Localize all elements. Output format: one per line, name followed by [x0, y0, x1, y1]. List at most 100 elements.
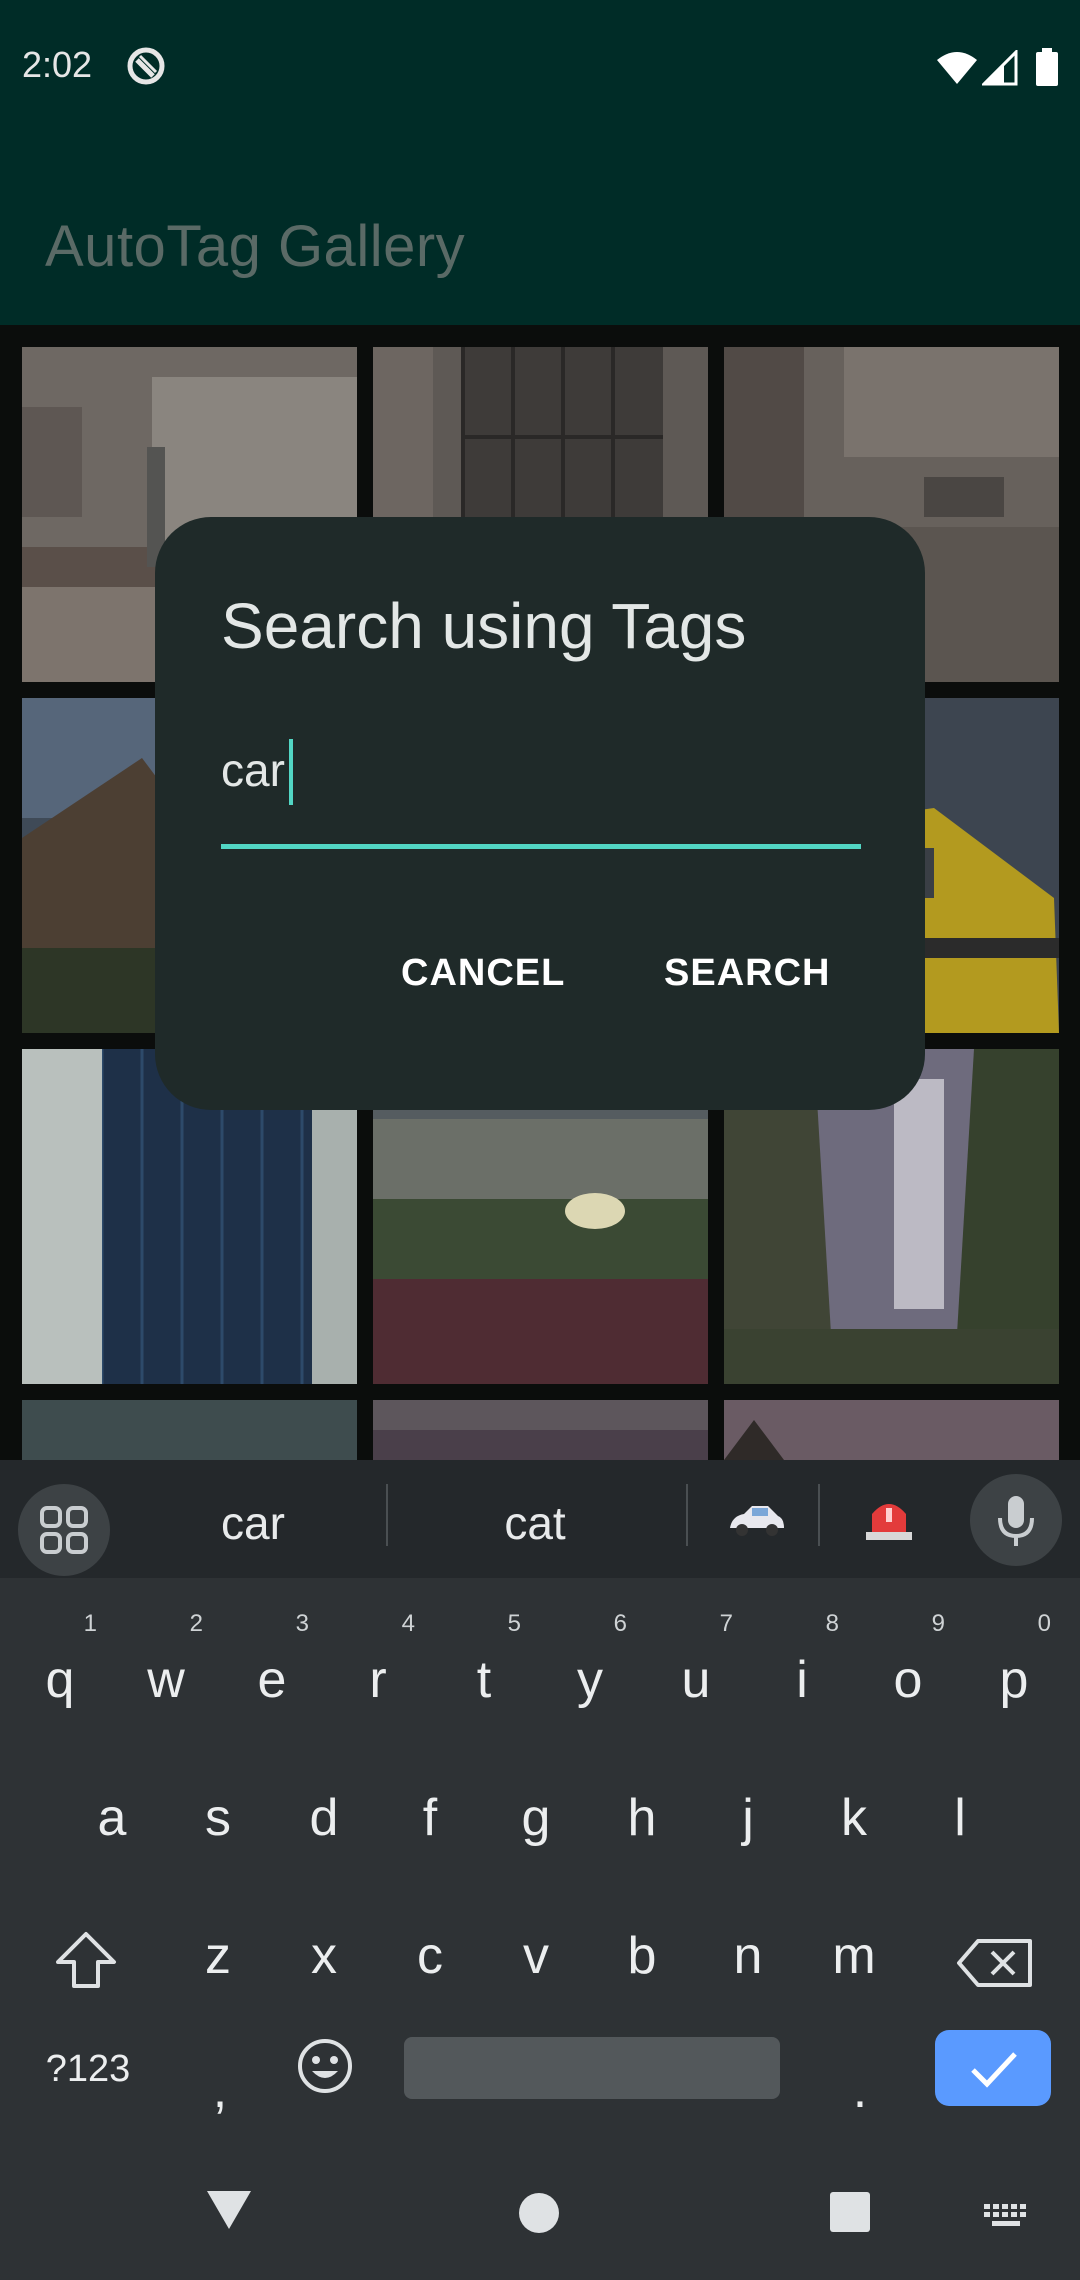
- shift-icon: [56, 1932, 116, 1988]
- key-q[interactable]: 1q: [15, 1610, 105, 1730]
- key-number-hint: 2: [189, 1610, 203, 1637]
- search-tags-dialog: Search using Tags car CANCEL SEARCH: [155, 517, 925, 1110]
- key-number-hint: 1: [83, 1610, 97, 1637]
- key-h[interactable]: h: [597, 1748, 687, 1868]
- backspace-icon: [957, 1939, 1032, 1987]
- enter-key[interactable]: [935, 2030, 1051, 2106]
- key-f[interactable]: f: [385, 1748, 475, 1868]
- key-label: k: [841, 1789, 867, 1847]
- key-p[interactable]: 0p: [969, 1610, 1059, 1730]
- key-label: q: [45, 1651, 75, 1709]
- voice-input-button[interactable]: [970, 1474, 1062, 1566]
- period-key[interactable]: .: [815, 2020, 905, 2140]
- dialog-title: Search using Tags: [221, 590, 747, 662]
- key-label: x: [311, 1927, 337, 1985]
- keyboard-switch-icon[interactable]: [982, 2202, 1030, 2228]
- microphone-icon: [998, 1496, 1034, 1546]
- tag-input-text: car: [221, 744, 285, 796]
- key-label: y: [577, 1651, 603, 1709]
- back-icon[interactable]: [204, 2188, 254, 2232]
- key-label: u: [681, 1651, 711, 1709]
- recents-icon[interactable]: [828, 2190, 872, 2234]
- key-label: c: [417, 1927, 443, 1985]
- key-label: v: [523, 1927, 549, 1985]
- key-c[interactable]: c: [385, 1886, 475, 2006]
- key-label: b: [627, 1927, 657, 1985]
- key-label: r: [369, 1651, 387, 1709]
- key-label: f: [422, 1789, 438, 1847]
- key-label: h: [627, 1789, 657, 1847]
- key-t[interactable]: 5t: [439, 1610, 529, 1730]
- search-button[interactable]: SEARCH: [664, 952, 830, 995]
- suggestion-bar: car cat: [0, 1460, 1080, 1578]
- key-label: i: [796, 1651, 808, 1709]
- key-number-hint: 8: [825, 1610, 839, 1637]
- key-u[interactable]: 7u: [651, 1610, 741, 1730]
- key-label: z: [205, 1927, 231, 1985]
- suggestion-item[interactable]: car: [160, 1496, 346, 1550]
- key-x[interactable]: x: [279, 1886, 369, 2006]
- key-label: w: [147, 1651, 185, 1709]
- key-number-hint: 5: [507, 1610, 521, 1637]
- key-s[interactable]: s: [173, 1748, 263, 1868]
- key-label: m: [832, 1927, 876, 1985]
- key-l[interactable]: l: [915, 1748, 1005, 1868]
- key-label: g: [521, 1789, 551, 1847]
- backspace-key[interactable]: [946, 1886, 1046, 2006]
- key-j[interactable]: j: [703, 1748, 793, 1868]
- suggestion-divider: [386, 1484, 388, 1546]
- key-v[interactable]: v: [491, 1886, 581, 2006]
- cancel-button[interactable]: CANCEL: [401, 952, 565, 995]
- key-label: j: [742, 1789, 754, 1847]
- shift-key[interactable]: [40, 1886, 130, 2006]
- apps-grid-icon: [40, 1506, 88, 1554]
- key-label: .: [852, 2061, 868, 2119]
- key-number-hint: 9: [931, 1610, 945, 1637]
- key-d[interactable]: d: [279, 1748, 369, 1868]
- key-label: a: [97, 1789, 127, 1847]
- emoji-icon: [298, 2039, 352, 2093]
- car-emoji-icon[interactable]: [726, 1498, 786, 1542]
- navigation-bar: [0, 2150, 1080, 2280]
- suggestion-divider: [686, 1484, 688, 1546]
- siren-emoji-icon[interactable]: [860, 1494, 918, 1544]
- key-n[interactable]: n: [703, 1886, 793, 2006]
- suggestion-item[interactable]: cat: [440, 1496, 630, 1550]
- emoji-key[interactable]: [280, 2025, 370, 2145]
- key-number-hint: 7: [719, 1610, 733, 1637]
- key-label: ,: [212, 2061, 228, 2119]
- key-number-hint: 4: [401, 1610, 415, 1637]
- key-label: n: [733, 1927, 763, 1985]
- tag-search-input[interactable]: car: [221, 739, 861, 809]
- key-e[interactable]: 3e: [227, 1610, 317, 1730]
- key-b[interactable]: b: [597, 1886, 687, 2006]
- key-a[interactable]: a: [67, 1748, 157, 1868]
- key-label: o: [893, 1651, 923, 1709]
- key-g[interactable]: g: [491, 1748, 581, 1868]
- key-r[interactable]: 4r: [333, 1610, 423, 1730]
- suggestion-divider: [818, 1484, 820, 1546]
- input-underline: [221, 844, 861, 849]
- key-k[interactable]: k: [809, 1748, 899, 1868]
- space-key[interactable]: [404, 2037, 780, 2099]
- key-label: ?123: [45, 2048, 131, 2090]
- key-w[interactable]: 2w: [121, 1610, 211, 1730]
- key-label: d: [309, 1789, 339, 1847]
- key-m[interactable]: m: [809, 1886, 899, 2006]
- key-z[interactable]: z: [173, 1886, 263, 2006]
- key-i[interactable]: 8i: [757, 1610, 847, 1730]
- home-icon[interactable]: [518, 2192, 560, 2234]
- key-label: e: [257, 1651, 287, 1709]
- key-number-hint: 0: [1037, 1610, 1051, 1637]
- key-number-hint: 3: [295, 1610, 309, 1637]
- key-o[interactable]: 9o: [863, 1610, 953, 1730]
- key-y[interactable]: 6y: [545, 1610, 635, 1730]
- symbols-key[interactable]: ?123: [28, 2030, 148, 2150]
- comma-key[interactable]: ,: [175, 2020, 265, 2140]
- on-screen-keyboard: car cat 1 q 2 w 3 e 4 r 5 t 6 y 7 u 8 i …: [0, 1460, 1080, 2280]
- screen: 2:02 AutoTag Gallery Search using Tags c…: [0, 0, 1080, 2280]
- key-number-hint: 6: [613, 1610, 627, 1637]
- key-label: t: [476, 1651, 492, 1709]
- keyboard-menu-button[interactable]: [18, 1484, 110, 1576]
- text-cursor: [289, 739, 293, 805]
